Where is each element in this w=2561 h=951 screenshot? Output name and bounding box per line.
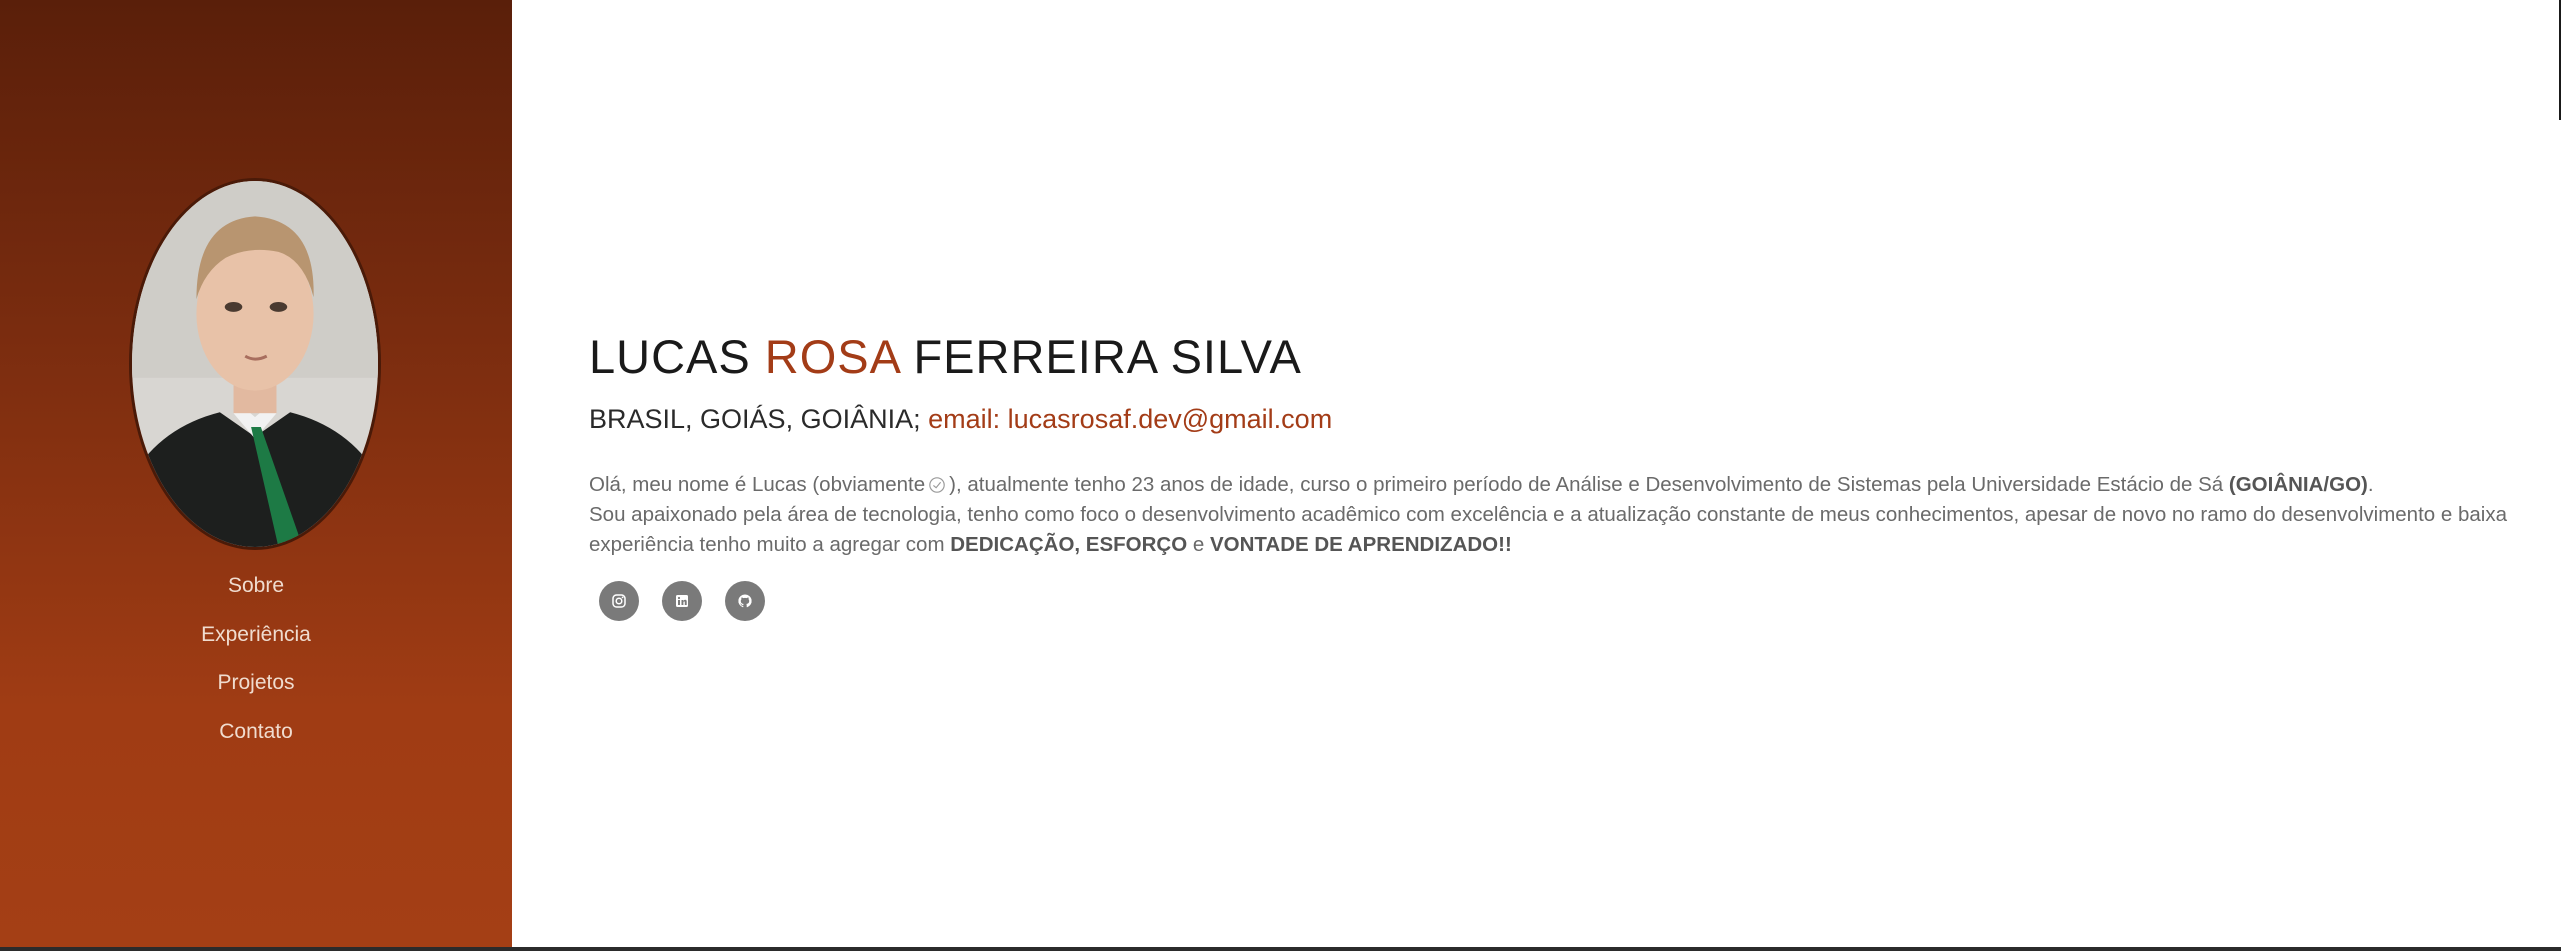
linkedin-button[interactable] [662, 580, 702, 621]
bottom-bar [0, 947, 2561, 951]
about-text-4: e [1192, 533, 1205, 556]
about-text-1: Olá, meu nome é Lucas (obviamente [589, 473, 926, 496]
about-city: (GOIÂNIA/GO) [2228, 473, 2368, 496]
instagram-icon [612, 593, 626, 608]
about-paragraph: Olá, meu nome é Lucas (obviamente ), atua… [589, 470, 2534, 560]
first-name: LUCAS [589, 330, 751, 383]
sidebar: Sobre Experiência Projetos Contato [0, 0, 512, 947]
about-highlight-1: DEDICAÇÃO, ESFORÇO [950, 533, 1188, 556]
location-line: BRASIL, GOIÁS, GOIÂNIA; email: lucasrosa… [589, 401, 2534, 437]
nav-item-projetos[interactable]: Projetos [0, 663, 512, 712]
linkedin-icon [676, 594, 688, 607]
about-period: . [2367, 473, 2374, 496]
last-name: FERREIRA SILVA [913, 330, 1302, 383]
avatar [129, 178, 381, 550]
page-title: LUCAS ROSA FERREIRA SILVA [589, 325, 2534, 389]
github-button[interactable] [725, 580, 765, 621]
about-text-3: Sou apaixonado pela área de tecnologia, … [589, 503, 2507, 556]
nav-item-experiencia[interactable]: Experiência [0, 615, 512, 664]
sidebar-nav: Sobre Experiência Projetos Contato [0, 566, 512, 760]
profile-photo [132, 181, 378, 547]
location-text: BRASIL, GOIÁS, GOIÂNIA; [589, 404, 921, 434]
nav-item-sobre[interactable]: Sobre [0, 566, 512, 615]
email-address: lucasrosaf.dev@gmail.com [1007, 404, 1333, 434]
email-label: email: [928, 404, 1001, 434]
github-icon [738, 593, 752, 607]
about-highlight-2: VONTADE DE APRENDIZADO!! [1209, 533, 1512, 556]
instagram-button[interactable] [599, 580, 639, 621]
social-links [599, 580, 2534, 621]
about-section: LUCAS ROSA FERREIRA SILVA BRASIL, GOIÁS,… [589, 325, 2534, 621]
middle-name: ROSA [764, 330, 900, 383]
email-link[interactable]: email: lucasrosaf.dev@gmail.com [928, 404, 1332, 434]
nav-item-contato[interactable]: Contato [0, 712, 512, 761]
about-text-2: ), atualmente tenho 23 anos de idade, cu… [949, 473, 2224, 496]
check-circle-icon [929, 477, 945, 493]
